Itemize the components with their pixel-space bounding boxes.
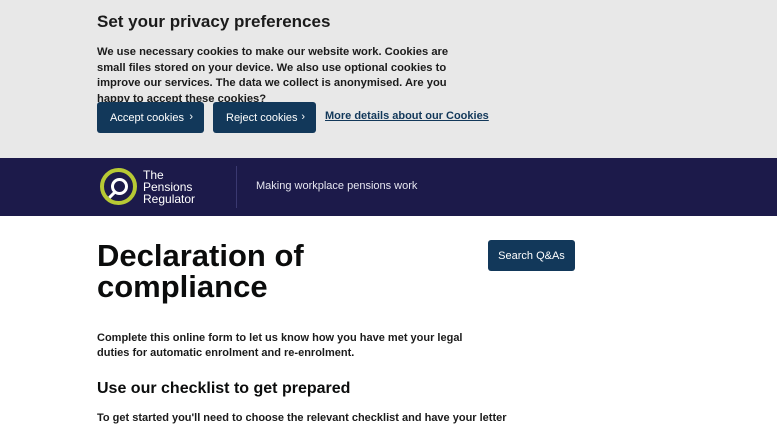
cookie-banner: Set your privacy preferences We use nece… — [0, 0, 777, 158]
header-tagline: Making workplace pensions work — [256, 180, 418, 192]
logo-text[interactable]: The Pensions Regulator — [143, 169, 195, 205]
reject-cookies-button[interactable]: Reject cookies › — [213, 102, 316, 133]
chevron-right-icon: › — [301, 111, 305, 123]
chevron-right-icon: › — [189, 111, 193, 123]
reject-cookies-label: Reject cookies — [226, 111, 298, 124]
search-qas-button[interactable]: Search Q&As — [488, 240, 575, 271]
logo-icon[interactable] — [100, 168, 137, 205]
intro-paragraph: Complete this online form to let us know… — [97, 332, 463, 359]
accept-cookies-button[interactable]: Accept cookies › — [97, 102, 204, 133]
site-header: The Pensions Regulator Making workplace … — [0, 158, 777, 216]
checklist-heading: Use our checklist to get prepared — [97, 380, 351, 397]
logo-magnifier-handle — [108, 190, 117, 199]
page-title: Declaration of compliance — [97, 238, 304, 304]
cookie-banner-title: Set your privacy preferences — [97, 12, 331, 31]
header-divider — [236, 166, 237, 208]
cookie-banner-text: We use necessary cookies to make our web… — [97, 46, 449, 105]
accept-cookies-label: Accept cookies — [110, 111, 184, 124]
checklist-paragraph: To get started you'll need to choose the… — [97, 412, 507, 424]
cookie-details-link[interactable]: More details about our Cookies — [325, 110, 489, 122]
logo-text-line3: Regulator — [143, 192, 196, 206]
